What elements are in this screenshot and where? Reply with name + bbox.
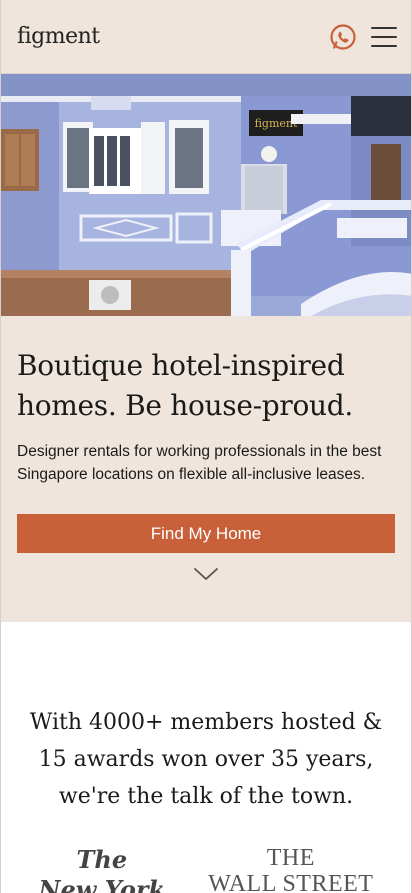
headline-line: homes. Be house-proud.	[17, 389, 353, 422]
menu-line	[371, 35, 397, 38]
press-logos: The New York THE WALL STREET	[17, 845, 395, 893]
hero-image: figment	[1, 74, 411, 316]
new-york-times-logo: The New York	[39, 845, 166, 893]
press-logo-line: THE	[266, 845, 315, 871]
press-logo-line: WALL STREET	[208, 871, 374, 893]
page: figment figment Boutique hotel-inspired …	[0, 0, 412, 893]
shophouse-illustration: figment	[1, 74, 411, 316]
scroll-down[interactable]	[17, 567, 395, 581]
press-logo-line: The	[76, 845, 128, 874]
hero-headline: Boutique hotel-inspired homes. Be house-…	[17, 346, 395, 426]
whatsapp-icon[interactable]	[329, 23, 357, 51]
hamburger-menu-icon[interactable]	[371, 26, 397, 47]
header-actions	[329, 23, 397, 51]
headline-line: Boutique hotel-inspired	[17, 349, 345, 382]
social-proof-text: With 4000+ members hosted & 15 awards wo…	[29, 710, 383, 809]
figment-logo[interactable]: figment	[17, 24, 100, 49]
social-proof-section: With 4000+ members hosted & 15 awards wo…	[1, 622, 411, 893]
wall-street-journal-logo: THE WALL STREET	[208, 845, 373, 893]
site-header: figment	[1, 0, 411, 74]
press-logo-line: New York	[38, 875, 166, 893]
hero-subtext: Designer rentals for working professiona…	[17, 443, 382, 483]
menu-line	[371, 44, 397, 47]
chevron-down-icon[interactable]	[193, 567, 219, 581]
menu-line	[371, 26, 397, 29]
hero-section: Boutique hotel-inspired homes. Be house-…	[1, 316, 411, 622]
find-my-home-button[interactable]: Find My Home	[17, 514, 395, 553]
